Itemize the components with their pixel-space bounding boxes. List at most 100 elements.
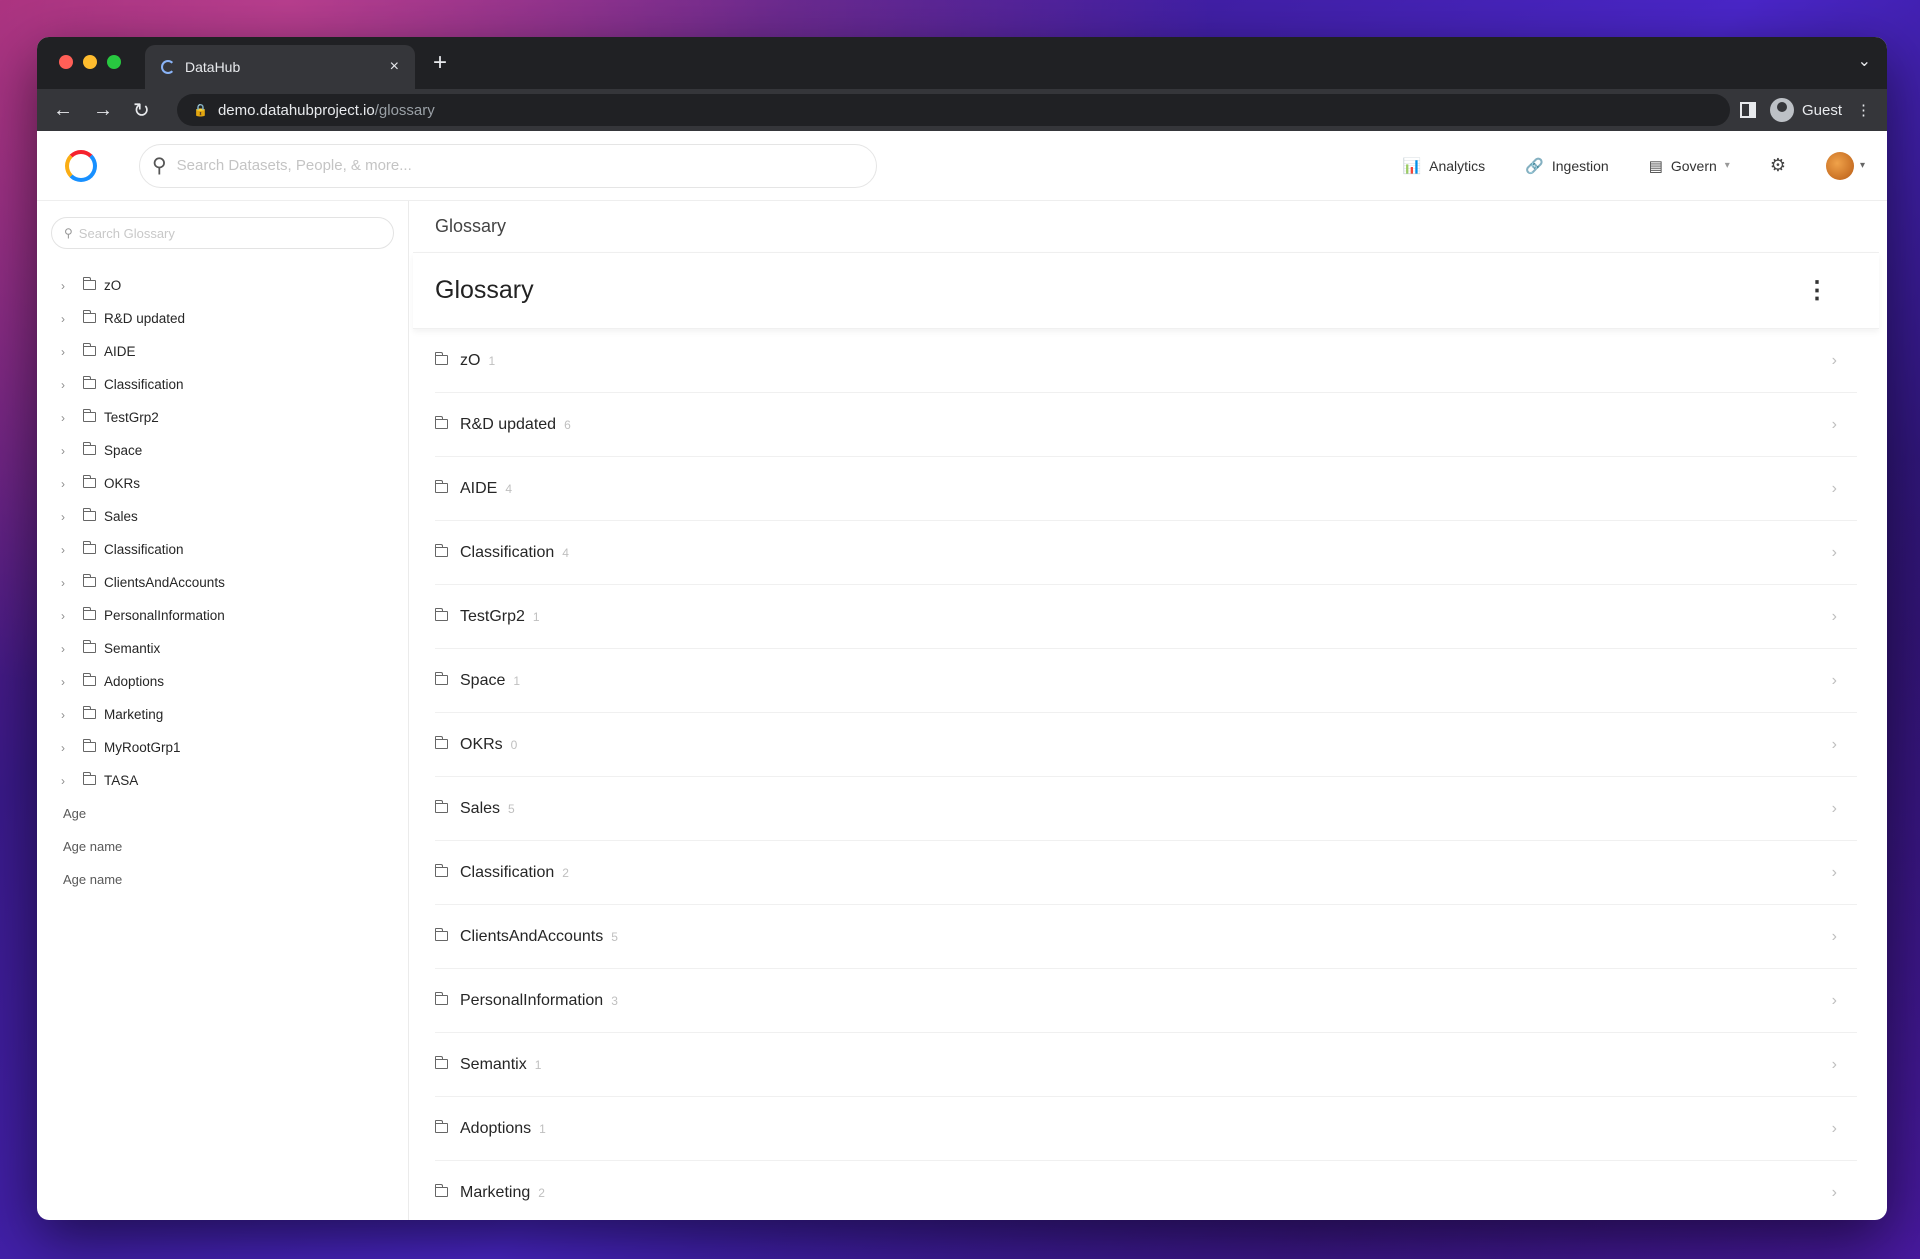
chevron-right-icon[interactable]: ›	[61, 642, 83, 656]
new-tab-button[interactable]: +	[433, 49, 447, 77]
chevron-right-icon[interactable]: ›	[61, 609, 83, 623]
node-count: 1	[513, 673, 521, 688]
tree-node[interactable]: › PersonalInformation	[51, 599, 394, 632]
tree-node[interactable]: › Semantix	[51, 632, 394, 665]
chevron-right-icon[interactable]: ›	[61, 675, 83, 689]
node-count: 1	[532, 609, 540, 624]
tree-term[interactable]: Age	[51, 797, 394, 830]
tree-node[interactable]: › zO	[51, 269, 394, 302]
settings-button[interactable]: ⚙	[1770, 155, 1786, 176]
tree-node[interactable]: › AIDE	[51, 335, 394, 368]
tree-node-label: ClientsAndAccounts	[104, 575, 225, 590]
list-item[interactable]: R&D updated 6 ›	[434, 393, 1857, 457]
browser-tab[interactable]: DataHub ×	[145, 45, 415, 89]
browser-menu-icon[interactable]: ⋮	[1856, 101, 1871, 119]
glossary-search-input[interactable]: ⚲ Search Glossary	[51, 217, 394, 249]
chevron-right-icon[interactable]: ›	[61, 708, 83, 722]
tree-node[interactable]: › Marketing	[51, 698, 394, 731]
chevron-right-icon: ›	[1831, 863, 1837, 881]
node-count: 5	[508, 801, 515, 816]
chevron-right-icon[interactable]: ›	[61, 774, 83, 788]
browser-actions: Guest ⋮	[1739, 98, 1871, 122]
search-icon: ⚲	[152, 155, 167, 177]
node-count: 1	[534, 1057, 542, 1072]
list-item[interactable]: zO 1 ›	[434, 329, 1857, 393]
chevron-right-icon: ›	[1831, 607, 1837, 625]
chevron-right-icon[interactable]: ›	[61, 411, 83, 425]
maximize-window-button[interactable]	[107, 55, 121, 69]
tree-node[interactable]: › Classification	[51, 533, 394, 566]
close-tab-icon[interactable]: ×	[390, 58, 399, 76]
list-item[interactable]: Sales 5 ›	[434, 777, 1857, 841]
app-body: ⚲ Search Glossary › zO › R&D updated › AIDE…	[37, 201, 1887, 1220]
list-item[interactable]: Space 1 ›	[434, 649, 1857, 713]
user-menu[interactable]: ▾	[1825, 151, 1865, 180]
list-item[interactable]: ClientsAndAccounts 5 ›	[434, 905, 1857, 969]
list-item[interactable]: Semantix 1 ›	[434, 1033, 1857, 1097]
tree-node[interactable]: › Classification	[51, 368, 394, 401]
tree-node[interactable]: › R&D updated	[51, 302, 394, 335]
folder-icon	[82, 375, 96, 389]
list-item[interactable]: PersonalInformation 3 ›	[434, 969, 1857, 1033]
list-item[interactable]: AIDE 4 ›	[434, 457, 1857, 521]
chevron-right-icon[interactable]: ›	[61, 312, 83, 326]
ingestion-link[interactable]: 🔗 Ingestion	[1525, 157, 1609, 175]
chevron-right-icon[interactable]: ›	[61, 543, 83, 557]
tree-node-label: Semantix	[104, 641, 161, 656]
chevron-right-icon[interactable]: ›	[61, 444, 83, 458]
list-item[interactable]: Marketing 2 ›	[434, 1161, 1857, 1220]
chevron-right-icon: ›	[1831, 927, 1837, 945]
tree-node[interactable]: › Sales	[51, 500, 394, 533]
list-item[interactable]: OKRs 0 ›	[434, 713, 1857, 777]
govern-menu[interactable]: ▤ Govern ▾	[1649, 157, 1730, 175]
tree-node[interactable]: › TestGrp2	[51, 401, 394, 434]
list-item[interactable]: Classification 4 ›	[434, 521, 1857, 585]
minimize-window-button[interactable]	[83, 55, 97, 69]
more-options-icon[interactable]: ⋮	[1805, 276, 1829, 305]
folder-icon	[82, 408, 96, 422]
global-search-input[interactable]: ⚲ Search Datasets, People, & more...	[139, 143, 877, 188]
list-item[interactable]: TestGrp2 1 ›	[434, 585, 1857, 649]
chevron-right-icon[interactable]: ›	[61, 576, 83, 590]
list-item[interactable]: Classification 2 ›	[434, 841, 1857, 905]
tree-node[interactable]: › TASA	[51, 764, 394, 797]
chevron-right-icon[interactable]: ›	[61, 741, 83, 755]
folder-icon	[82, 474, 96, 488]
avatar	[1825, 151, 1854, 180]
folder-icon	[82, 738, 96, 752]
folder-icon	[82, 705, 96, 719]
profile-button[interactable]: Guest	[1769, 98, 1842, 122]
tree-node-label: MyRootGrp1	[104, 740, 181, 755]
tree-node[interactable]: › Adoptions	[51, 665, 394, 698]
page-title: Glossary	[435, 276, 534, 304]
tree-term[interactable]: Age name	[51, 863, 394, 896]
chevron-right-icon[interactable]: ›	[61, 378, 83, 392]
tree-node[interactable]: › Space	[51, 434, 394, 467]
tree-term[interactable]: Age name	[51, 830, 394, 863]
chevron-right-icon[interactable]: ›	[61, 345, 83, 359]
back-arrow-icon[interactable]: ←	[53, 99, 93, 122]
list-item[interactable]: Adoptions 1 ›	[434, 1097, 1857, 1161]
chevron-right-icon[interactable]: ›	[61, 510, 83, 524]
datahub-logo[interactable]	[59, 144, 103, 188]
breadcrumb[interactable]: Glossary	[413, 201, 1879, 253]
folder-icon	[82, 276, 96, 290]
forward-arrow-icon[interactable]: →	[93, 99, 133, 122]
tab-search-chevron-icon[interactable]: ⌄	[1858, 51, 1871, 71]
chevron-right-icon[interactable]: ›	[61, 477, 83, 491]
side-panel-icon[interactable]	[1739, 102, 1756, 118]
window-controls	[59, 55, 121, 69]
reload-icon[interactable]: ↻	[133, 98, 173, 123]
tree-node[interactable]: › ClientsAndAccounts	[51, 566, 394, 599]
tree-node[interactable]: › MyRootGrp1	[51, 731, 394, 764]
tree-node[interactable]: › OKRs	[51, 467, 394, 500]
glossary-header: Glossary ⋮	[413, 253, 1879, 329]
chevron-right-icon[interactable]: ›	[61, 279, 83, 293]
close-window-button[interactable]	[59, 55, 73, 69]
folder-icon	[434, 671, 448, 685]
folder-icon	[82, 309, 96, 323]
url-field[interactable]: 🔒 demo.datahubproject.io /glossary	[177, 94, 1730, 126]
node-name: TestGrp2	[460, 607, 525, 625]
analytics-link[interactable]: 📊 Analytics	[1402, 157, 1485, 175]
chevron-right-icon: ›	[1831, 351, 1837, 369]
